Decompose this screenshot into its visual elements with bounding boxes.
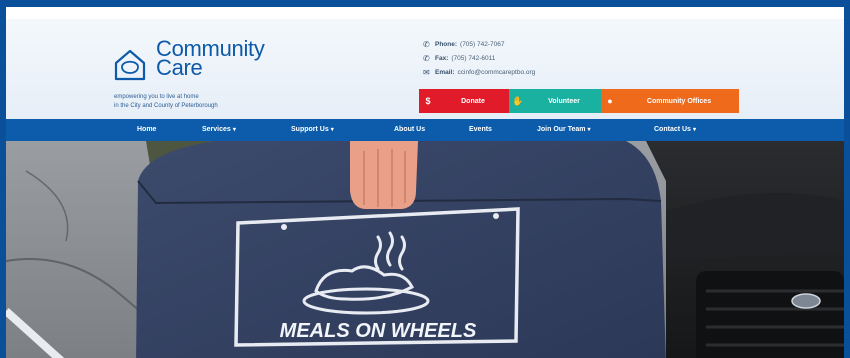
location-pin-icon: ● [607,96,613,106]
browser-page: Community Care empowering you to live at… [6,7,844,358]
nav-services[interactable]: Services ▾ [202,119,236,141]
phone-icon: ✆ [423,39,430,49]
action-buttons: $ Donate ✋ Volunteer ● Community Offices [419,89,739,113]
top-band [6,7,844,19]
phone-number[interactable]: (705) 742-7067 [460,41,504,48]
volunteer-label: Volunteer [548,97,580,105]
email-label: Email: [435,68,455,76]
phone-label: Phone: [435,40,458,48]
offices-label: Community Offices [646,97,712,105]
email-row: ✉ Email: ccinfo@commcareptbo.org [423,65,643,79]
fax-row: ✆ Fax: (705) 742-6011 [423,51,643,65]
community-offices-button[interactable]: ● Community Offices [601,89,739,113]
caret-down-icon: ▾ [232,127,236,133]
tagline-line2: in the City and County of Peterborough [114,103,218,109]
nav-join-our-team[interactable]: Join Our Team ▾ [537,119,591,141]
tagline-line1: empowering you to live at home [114,94,199,100]
fax-label: Fax: [435,54,449,62]
caret-down-icon: ▾ [692,127,696,133]
fax-icon: ✆ [423,53,430,63]
phone-row: ✆ Phone: (705) 742-7067 [423,37,643,51]
hero-banner: MEALS ON WHEELS [6,141,844,358]
hero-image: MEALS ON WHEELS [6,141,844,358]
nav-about-label: About Us [394,126,426,133]
nav-contact-label: Contact Us [654,126,691,133]
nav-about-us[interactable]: About Us [394,119,425,141]
nav-home[interactable]: Home [137,119,156,141]
bag-text: MEALS ON WHEELS [280,320,477,342]
dollar-icon: $ [425,96,431,106]
contact-info: ✆ Phone: (705) 742-7067 ✆ Fax: (705) 742… [423,37,643,79]
house-outline-icon [114,49,146,81]
nav-events-label: Events [469,126,492,133]
fax-number: (705) 742-6011 [451,54,496,62]
nav-support-us[interactable]: Support Us ▾ [291,119,334,141]
nav-support-label: Support Us [291,126,329,133]
envelope-icon: ✉ [423,67,430,77]
nav-home-label: Home [137,126,157,133]
donate-button[interactable]: $ Donate [419,89,509,113]
nav-team-label: Join Our Team [537,126,586,133]
site-header: Community Care empowering you to live at… [6,19,844,119]
caret-down-icon: ▾ [587,127,591,133]
main-nav: Home Services ▾ Support Us ▾ About Us Even… [6,119,844,141]
nav-events[interactable]: Events [469,119,492,141]
donate-label: Donate [461,97,485,105]
volunteer-button[interactable]: ✋ Volunteer [509,89,601,113]
site-logo[interactable]: Community Care empowering you to live at… [106,37,306,110]
hand-icon: ✋ [512,95,524,106]
caret-down-icon: ▾ [330,127,334,133]
brand-tagline: empowering you to live at home in the Ci… [114,93,314,111]
email-link[interactable]: ccinfo@commcareptbo.org [458,69,536,76]
nav-contact-us[interactable]: Contact Us ▾ [654,119,696,141]
nav-services-label: Services [202,126,231,133]
brand-name: Community Care [156,38,265,79]
